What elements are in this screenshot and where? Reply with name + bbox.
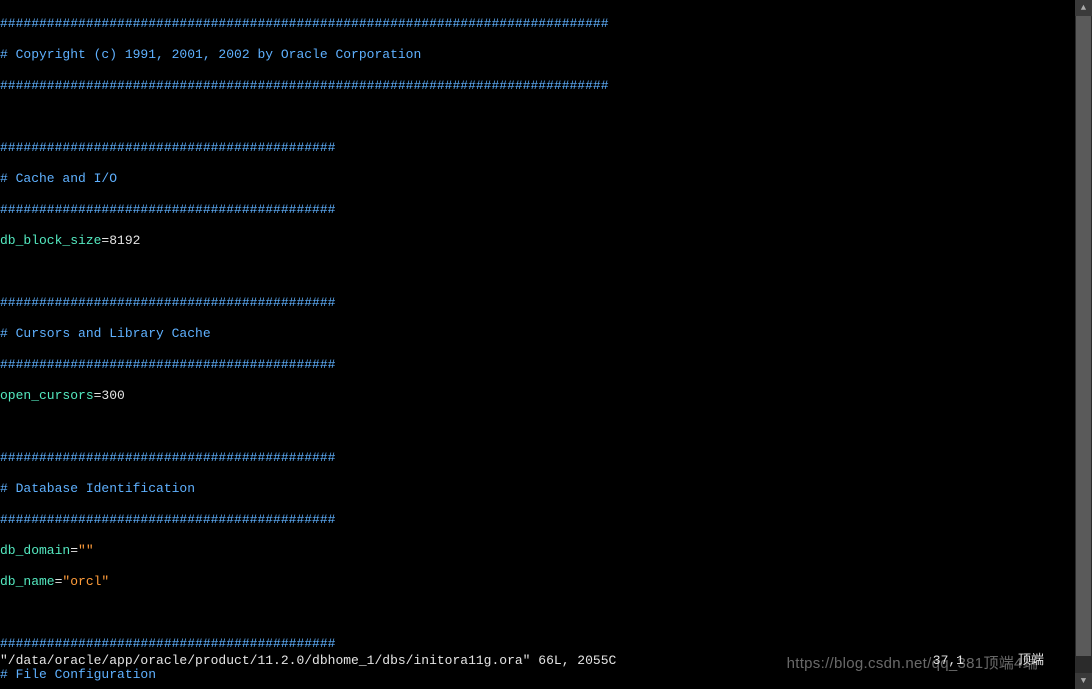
hash-bar: ########################################…	[0, 78, 609, 93]
section-dbid: # Database Identification	[0, 481, 195, 496]
param-db-name-value: "orcl"	[62, 574, 109, 589]
vim-status-position: 37,1	[933, 653, 964, 669]
vim-status-percent: 顶端	[1018, 653, 1044, 669]
param-db-name: db_name	[0, 574, 55, 589]
terminal-viewport[interactable]: ########################################…	[0, 0, 1062, 689]
vim-status-file: "/data/oracle/app/oracle/product/11.2.0/…	[0, 653, 616, 668]
param-db-block-size-value: =8192	[101, 233, 140, 248]
scroll-thumb[interactable]	[1076, 16, 1091, 656]
hash-bar: ########################################…	[0, 202, 335, 217]
param-open-cursors-value: =300	[94, 388, 125, 403]
param-open-cursors: open_cursors	[0, 388, 94, 403]
scroll-up-button[interactable]: ▲	[1075, 0, 1092, 16]
hash-bar: ########################################…	[0, 140, 335, 155]
hash-bar: ########################################…	[0, 636, 335, 651]
copyright-comment: # Copyright (c) 1991, 2001, 2002 by Orac…	[0, 47, 421, 62]
param-db-domain: db_domain	[0, 543, 70, 558]
section-fileconf: # File Configuration	[0, 667, 156, 682]
hash-bar: ########################################…	[0, 16, 609, 31]
section-cursors: # Cursors and Library Cache	[0, 326, 211, 341]
hash-bar: ########################################…	[0, 295, 335, 310]
hash-bar: ########################################…	[0, 357, 335, 372]
param-db-block-size: db_block_size	[0, 233, 101, 248]
param-db-domain-value: ""	[78, 543, 94, 558]
hash-bar: ########################################…	[0, 450, 335, 465]
vertical-scrollbar[interactable]: ▲ ▼	[1075, 0, 1092, 689]
eq: =	[70, 543, 78, 558]
hash-bar: ########################################…	[0, 512, 335, 527]
scroll-down-button[interactable]: ▼	[1075, 673, 1092, 689]
section-cache: # Cache and I/O	[0, 171, 117, 186]
